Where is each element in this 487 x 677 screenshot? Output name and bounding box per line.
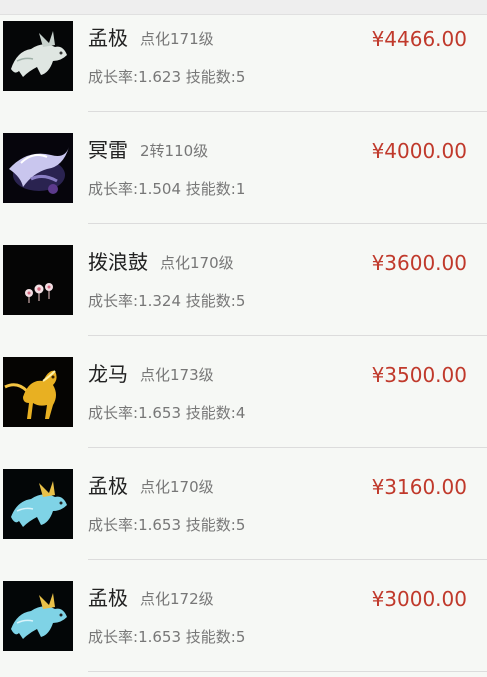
pet-price: ¥4466.00 xyxy=(371,27,467,51)
golden-horse-icon xyxy=(3,357,73,427)
row-divider xyxy=(88,671,487,672)
list-item[interactable]: 孟极 点化170级 成长率:1.653 技能数:5 ¥3160.00 xyxy=(0,448,487,560)
pet-stats: 成长率:1.504 技能数:1 xyxy=(88,180,246,198)
pet-level: 2转110级 xyxy=(140,142,209,160)
lightning-creature-icon xyxy=(3,133,73,203)
list-item[interactable]: 孟极 点化172级 成长率:1.653 技能数:5 ¥3000.00 xyxy=(0,560,487,672)
rattle-drum-icon xyxy=(3,245,73,315)
pet-level: 点化171级 xyxy=(140,30,214,48)
blue-beast-icon xyxy=(3,469,73,539)
white-beast-icon xyxy=(3,21,73,91)
pet-name: 孟极 点化171级 xyxy=(88,26,214,50)
pet-level: 点化170级 xyxy=(140,478,214,496)
pet-stats: 成长率:1.653 技能数:4 xyxy=(88,404,246,422)
pet-level: 点化170级 xyxy=(160,254,234,272)
list-item[interactable]: 拨浪鼓 点化170级 成长率:1.324 技能数:5 ¥3600.00 xyxy=(0,224,487,336)
pet-level: 点化172级 xyxy=(140,590,214,608)
pet-price: ¥3000.00 xyxy=(371,587,467,611)
list-item[interactable]: 孟极 点化171级 成长率:1.623 技能数:5 ¥4466.00 xyxy=(0,0,487,112)
pet-price: ¥3500.00 xyxy=(371,363,467,387)
blue-beast-icon xyxy=(3,581,73,651)
pet-stats: 成长率:1.653 技能数:5 xyxy=(88,516,246,534)
pet-price: ¥4000.00 xyxy=(371,139,467,163)
pet-name: 冥雷 2转110级 xyxy=(88,138,209,162)
pet-name: 孟极 点化170级 xyxy=(88,474,214,498)
list-item[interactable]: 冥雷 2转110级 成长率:1.504 技能数:1 ¥4000.00 xyxy=(0,112,487,224)
pet-stats: 成长率:1.653 技能数:5 xyxy=(88,628,246,646)
pet-price: ¥3160.00 xyxy=(371,475,467,499)
list-item[interactable]: 龙马 点化173级 成长率:1.653 技能数:4 ¥3500.00 xyxy=(0,336,487,448)
pet-stats: 成长率:1.324 技能数:5 xyxy=(88,292,246,310)
pet-name: 拨浪鼓 点化170级 xyxy=(88,250,234,274)
pet-level: 点化173级 xyxy=(140,366,214,384)
pet-price: ¥3600.00 xyxy=(371,251,467,275)
pet-name: 龙马 点化173级 xyxy=(88,362,214,386)
pet-name: 孟极 点化172级 xyxy=(88,586,214,610)
pet-stats: 成长率:1.623 技能数:5 xyxy=(88,68,246,86)
